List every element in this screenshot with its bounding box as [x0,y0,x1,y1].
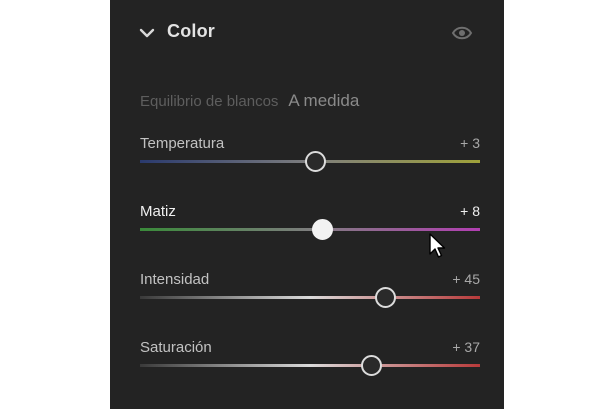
white-balance-label: Equilibrio de blancos [140,93,279,110]
slider-row-intensidad: Intensidad + 45 [140,271,480,321]
slider-track[interactable] [140,296,480,299]
panel-title: Color [167,21,215,41]
mouse-cursor-icon [429,233,446,258]
slider-thumb[interactable] [307,215,337,244]
slider-label: Matiz [140,203,176,220]
slider-row-saturación: Saturación + 37 [140,339,480,389]
slider-value[interactable]: + 3 [460,135,480,151]
white-balance-value[interactable]: A medida [288,91,359,110]
slider-value[interactable]: + 45 [452,271,480,287]
slider-thumb[interactable] [370,283,400,312]
slider-track[interactable] [140,364,480,367]
slider-thumb[interactable] [357,351,387,380]
slider-value[interactable]: + 37 [452,339,480,355]
eye-icon[interactable] [451,23,473,43]
color-panel: Color Equilibrio de blancos A medida Temp… [110,0,504,409]
slider-value[interactable]: + 8 [460,203,480,219]
panel-header[interactable]: Color [110,0,504,66]
slider-label: Intensidad [140,271,210,288]
slider-label: Temperatura [140,135,225,152]
slider-track[interactable] [140,228,480,231]
slider-label: Saturación [140,339,212,356]
chevron-down-icon[interactable] [138,24,156,42]
slider-thumb[interactable] [301,147,331,176]
white-balance-row[interactable]: Equilibrio de blancos A medida [140,91,359,113]
slider-row-temperatura: Temperatura + 3 [140,135,480,185]
